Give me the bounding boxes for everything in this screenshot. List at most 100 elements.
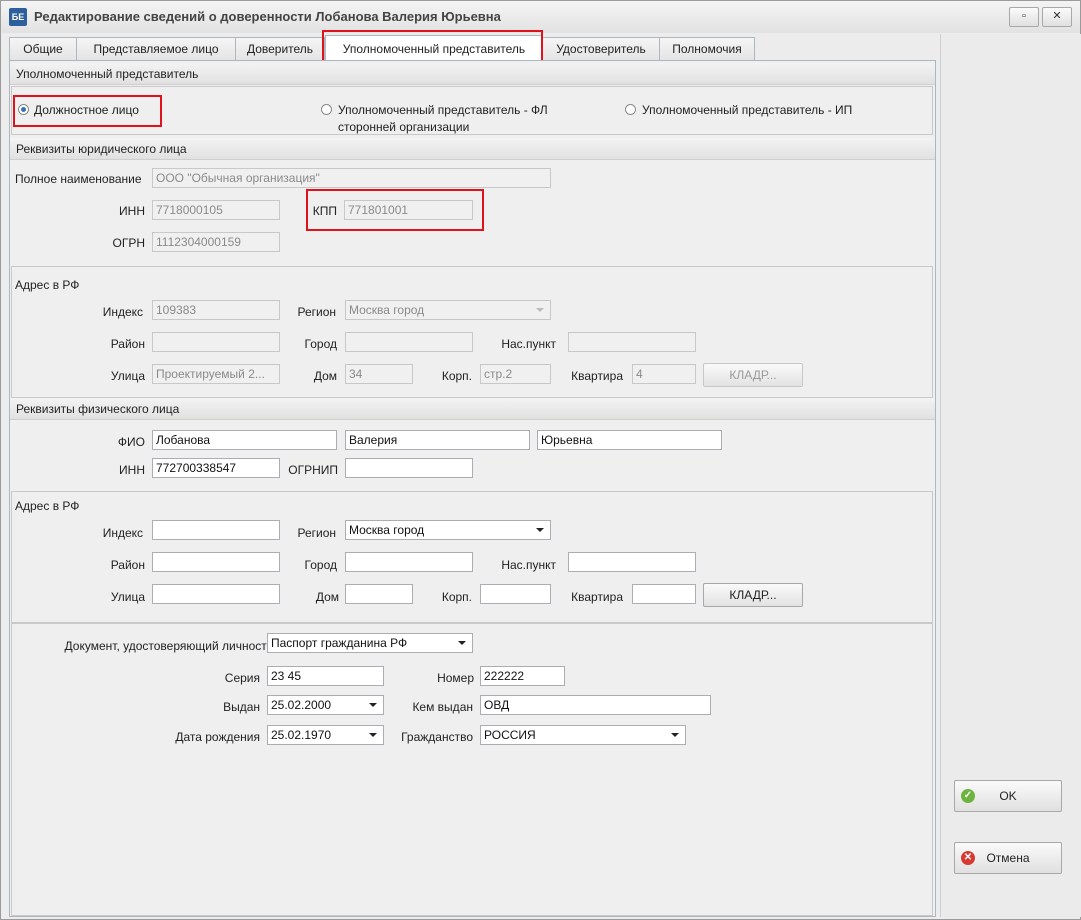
app-icon: БЕ [9,8,27,26]
ogrnip-field[interactable] [345,458,473,478]
number-field[interactable]: 222222 [480,666,565,686]
phys-inn-label: ИНН [119,463,145,477]
series-field[interactable]: 23 45 [267,666,384,686]
close-button[interactable]: ✕ [1042,7,1072,27]
issued-label: Выдан [223,700,260,714]
radio-fl-label-1[interactable]: Уполномоченный представитель - ФЛ [338,103,548,117]
doc-type-label: Документ, удостоверяющий личность [64,639,273,653]
cancel-button[interactable]: ✕ Отмена [954,842,1062,874]
first-name-field[interactable]: Валерия [345,430,530,450]
addr1-street-label: Улица [110,369,145,383]
addr1-street-field[interactable]: Проектируемый 2... [152,364,280,384]
last-name-field[interactable]: Лобанова [152,430,337,450]
chevron-down-icon [458,641,466,645]
addr1-region-label: Регион [297,305,336,319]
addr2-building-label: Корп. [441,590,472,604]
addr2-region-value: Москва город [349,523,425,537]
address1-title: Адрес в РФ [15,278,80,292]
radio-ip-label[interactable]: Уполномоченный представитель - ИП [642,103,852,117]
cancel-label: Отмена [986,851,1030,865]
addr1-region-value: Москва город [349,303,425,317]
addr1-city-label: Город [304,337,337,351]
legal-inn-field[interactable]: 7718000105 [152,200,280,220]
addr2-building-field[interactable] [480,584,551,604]
addr1-district-label: Район [110,337,145,351]
address2-title: Адрес в РФ [15,499,80,513]
ok-label: OK [999,789,1017,803]
action-pane: ✓ OK ✕ Отмена [940,34,1081,917]
addr1-building-label: Корп. [441,369,472,383]
radio-fl-third-party[interactable] [321,104,332,115]
chevron-down-icon [536,308,544,312]
chevron-down-icon [369,733,377,737]
addr2-city-field[interactable] [345,552,473,572]
addr1-kladr-button[interactable]: КЛАДР... [703,363,803,387]
addr1-apt-field[interactable]: 4 [632,364,696,384]
fullname-label: Полное наименование [15,172,142,186]
fullname-field[interactable]: ООО "Обычная организация" [152,168,551,188]
radio-fl-label-2[interactable]: сторонней организации [338,120,469,134]
addr2-region-label: Регион [297,526,336,540]
addr1-city-field[interactable] [345,332,473,352]
citizenship-value: РОССИЯ [484,728,536,742]
radio-ip[interactable] [625,104,636,115]
citizenship-label: Гражданство [401,730,473,744]
window-title: Редактирование сведений о доверенности Л… [34,9,501,24]
tab-powers[interactable]: Полномочия [659,37,755,60]
ok-button[interactable]: ✓ OK [954,780,1062,812]
addr2-kladr-button[interactable]: КЛАДР... [703,583,803,607]
birth-date-select[interactable]: 25.02.1970 [267,725,384,745]
title-bar: БЕ Редактирование сведений о доверенност… [1,1,1080,33]
issued-date-select[interactable]: 25.02.2000 [267,695,384,715]
addr1-locality-field[interactable] [568,332,696,352]
chevron-down-icon [369,703,377,707]
addr2-apt-field[interactable] [632,584,696,604]
highlight-kpp [306,189,484,231]
addr1-index-label: Индекс [102,305,143,319]
tab-general[interactable]: Общие [9,37,77,60]
highlight-official [13,95,162,127]
addr1-index-field[interactable]: 109383 [152,300,280,320]
addr2-locality-label: Нас.пункт [501,558,556,572]
addr2-district-label: Район [110,558,145,572]
chevron-down-icon [536,528,544,532]
tab-panel: Уполномоченный представитель Должностное… [9,60,936,917]
addr1-region-select[interactable]: Москва город [345,300,551,320]
maximize-button[interactable]: ▫ [1009,7,1039,27]
addr1-building-field[interactable]: стр.2 [480,364,551,384]
addr2-apt-label: Квартира [571,590,623,604]
addr2-street-label: Улица [110,590,145,604]
tab-principal[interactable]: Доверитель [235,37,325,60]
ogrnip-label: ОГРНИП [288,463,338,477]
close-icon: ✕ [1052,10,1062,22]
addr2-district-field[interactable] [152,552,280,572]
addr2-house-field[interactable] [345,584,413,604]
addr2-index-field[interactable] [152,520,280,540]
tab-certifier[interactable]: Удостоверитель [542,37,660,60]
issuer-field[interactable]: ОВД [480,695,711,715]
fio-label: ФИО [117,435,145,449]
addr1-house-field[interactable]: 34 [345,364,413,384]
middle-name-field[interactable]: Юрьевна [537,430,722,450]
legal-section-header: Реквизиты юридического лица [10,138,935,160]
addr1-district-field[interactable] [152,332,280,352]
doc-type-select[interactable]: Паспорт гражданина РФ [267,633,473,653]
addr2-house-label: Дом [315,590,339,604]
addr1-locality-label: Нас.пункт [501,337,556,351]
citizenship-select[interactable]: РОССИЯ [480,725,686,745]
issued-date-value: 25.02.2000 [271,698,332,712]
number-label: Номер [437,671,474,685]
birth-date-value: 25.02.1970 [271,728,332,742]
ogrn-field[interactable]: 1112304000159 [152,232,280,252]
phys-inn-field[interactable]: 772700338547 [152,458,280,478]
addr1-apt-label: Квартира [571,369,623,383]
document-group [11,623,933,916]
series-label: Серия [224,671,260,685]
addr2-region-select[interactable]: Москва город [345,520,551,540]
tab-represented-person[interactable]: Представляемое лицо [76,37,236,60]
ogrn-label: ОГРН [112,236,145,250]
addr2-locality-field[interactable] [568,552,696,572]
physical-section-header: Реквизиты физического лица [10,398,935,420]
addr2-street-field[interactable] [152,584,280,604]
addr2-city-label: Город [304,558,337,572]
